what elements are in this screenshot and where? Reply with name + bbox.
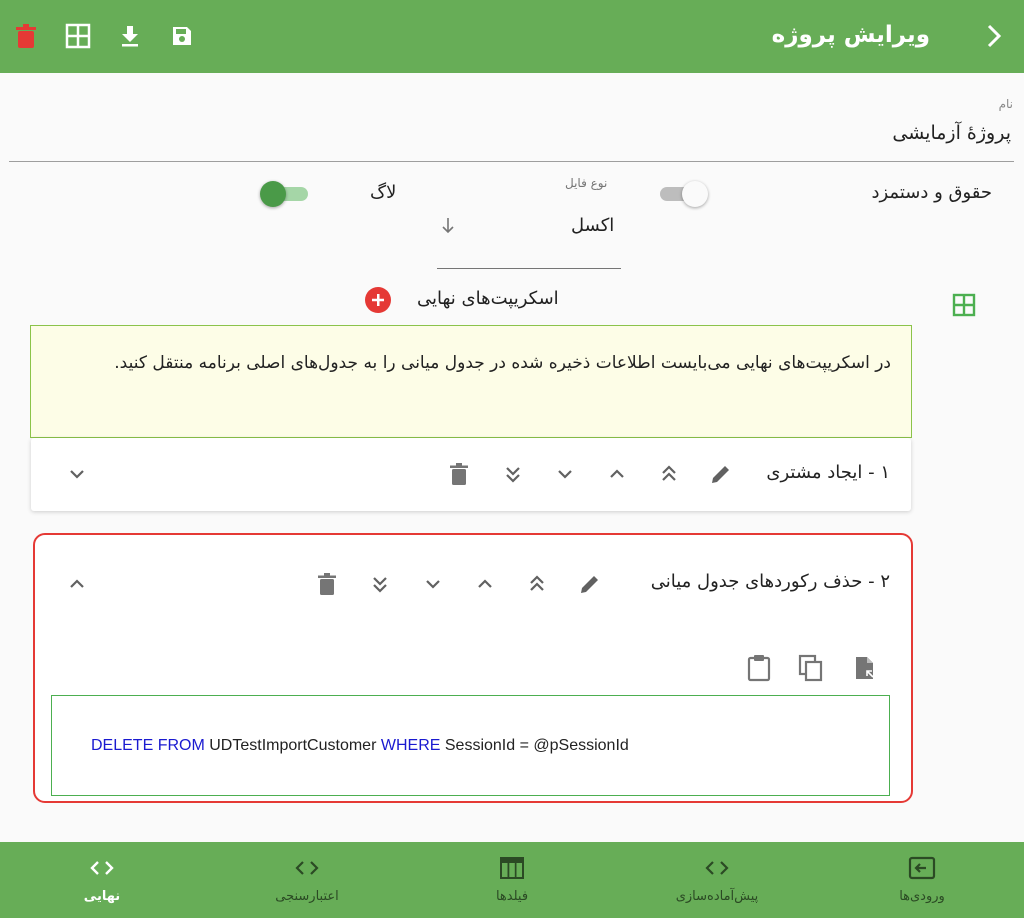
delete-icon[interactable] bbox=[446, 461, 472, 487]
scripts-section-title: اسکریپت‌های نهایی bbox=[417, 288, 559, 309]
edit-icon[interactable] bbox=[708, 461, 734, 487]
code-icon bbox=[88, 854, 116, 882]
save-icon[interactable] bbox=[168, 22, 196, 50]
move-top-icon[interactable] bbox=[524, 571, 550, 597]
script-title: ۲ - حذف رکوردهای جدول میانی bbox=[650, 571, 890, 592]
nav-final[interactable]: نهایی bbox=[2, 842, 202, 918]
script-title: ۱ - ایجاد مشتری bbox=[766, 462, 890, 483]
nav-preprocessing[interactable]: پیش‌آماده‌سازی bbox=[617, 842, 817, 918]
delete-icon[interactable] bbox=[314, 571, 340, 597]
filetype-label: نوع فایل bbox=[565, 176, 608, 190]
sql-code: DELETE FROM UDTestImportCustomer WHERE S… bbox=[91, 737, 629, 755]
copy-icon[interactable] bbox=[798, 654, 824, 682]
move-up-icon[interactable] bbox=[604, 461, 630, 487]
edit-icon[interactable] bbox=[577, 571, 603, 597]
add-script-button[interactable] bbox=[365, 287, 391, 313]
wage-toggle[interactable] bbox=[656, 181, 708, 207]
filetype-select[interactable]: اکسل bbox=[571, 215, 614, 236]
move-bottom-icon[interactable] bbox=[367, 571, 393, 597]
expand-chevron-down-icon[interactable] bbox=[64, 461, 90, 487]
code-icon bbox=[703, 854, 731, 882]
nav-label: فیلدها bbox=[495, 889, 529, 904]
bottom-navigation: نهایی اعتبارسنجی فیلدها پیش‌آماده‌سازی و… bbox=[0, 842, 1024, 918]
move-down-icon[interactable] bbox=[552, 461, 578, 487]
name-input[interactable]: پروژهٔ آزمایشی bbox=[892, 122, 1011, 144]
arrow-down-icon[interactable] bbox=[440, 216, 456, 236]
sql-keyword: DELETE FROM bbox=[91, 737, 205, 754]
name-underline bbox=[9, 161, 1014, 162]
nav-inputs[interactable]: ورودی‌ها bbox=[822, 842, 1022, 918]
grid-icon[interactable] bbox=[64, 22, 92, 50]
log-toggle[interactable] bbox=[260, 181, 312, 207]
sql-table: UDTestImportCustomer bbox=[209, 737, 377, 754]
name-label: نام bbox=[998, 97, 1013, 111]
insert-file-icon[interactable] bbox=[852, 655, 878, 681]
input-icon bbox=[908, 854, 936, 882]
code-icon bbox=[293, 854, 321, 882]
wage-label: حقوق و دستمزد bbox=[871, 182, 992, 203]
clipboard-icon[interactable] bbox=[746, 655, 772, 682]
move-bottom-icon[interactable] bbox=[500, 461, 526, 487]
delete-icon[interactable] bbox=[12, 22, 40, 50]
log-label: لاگ bbox=[370, 182, 397, 203]
info-message: در اسکریپت‌های نهایی می‌بایست اطلاعات ذخ… bbox=[30, 325, 912, 438]
nav-label: اعتبارسنجی bbox=[275, 889, 339, 904]
table-icon bbox=[498, 854, 526, 882]
sql-keyword: WHERE bbox=[380, 737, 441, 754]
app-bar: ویرایش پروژه bbox=[0, 0, 1024, 73]
plus-icon bbox=[372, 294, 384, 306]
nav-fields[interactable]: فیلدها bbox=[412, 842, 612, 918]
nav-label: نهایی bbox=[83, 889, 121, 904]
move-top-icon[interactable] bbox=[656, 461, 682, 487]
page-title: ویرایش پروژه bbox=[771, 22, 930, 48]
move-up-icon[interactable] bbox=[472, 571, 498, 597]
chevron-right-icon[interactable] bbox=[980, 22, 1008, 50]
move-down-icon[interactable] bbox=[420, 571, 446, 597]
nav-label: ورودی‌ها bbox=[899, 889, 945, 904]
grid-icon[interactable] bbox=[952, 293, 976, 317]
download-icon[interactable] bbox=[116, 22, 144, 50]
sql-condition: SessionId = @pSessionId bbox=[444, 737, 629, 754]
nav-label: پیش‌آماده‌سازی bbox=[675, 889, 759, 904]
collapse-chevron-up-icon[interactable] bbox=[64, 571, 90, 597]
nav-validation[interactable]: اعتبارسنجی bbox=[207, 842, 407, 918]
filetype-underline bbox=[437, 268, 621, 269]
